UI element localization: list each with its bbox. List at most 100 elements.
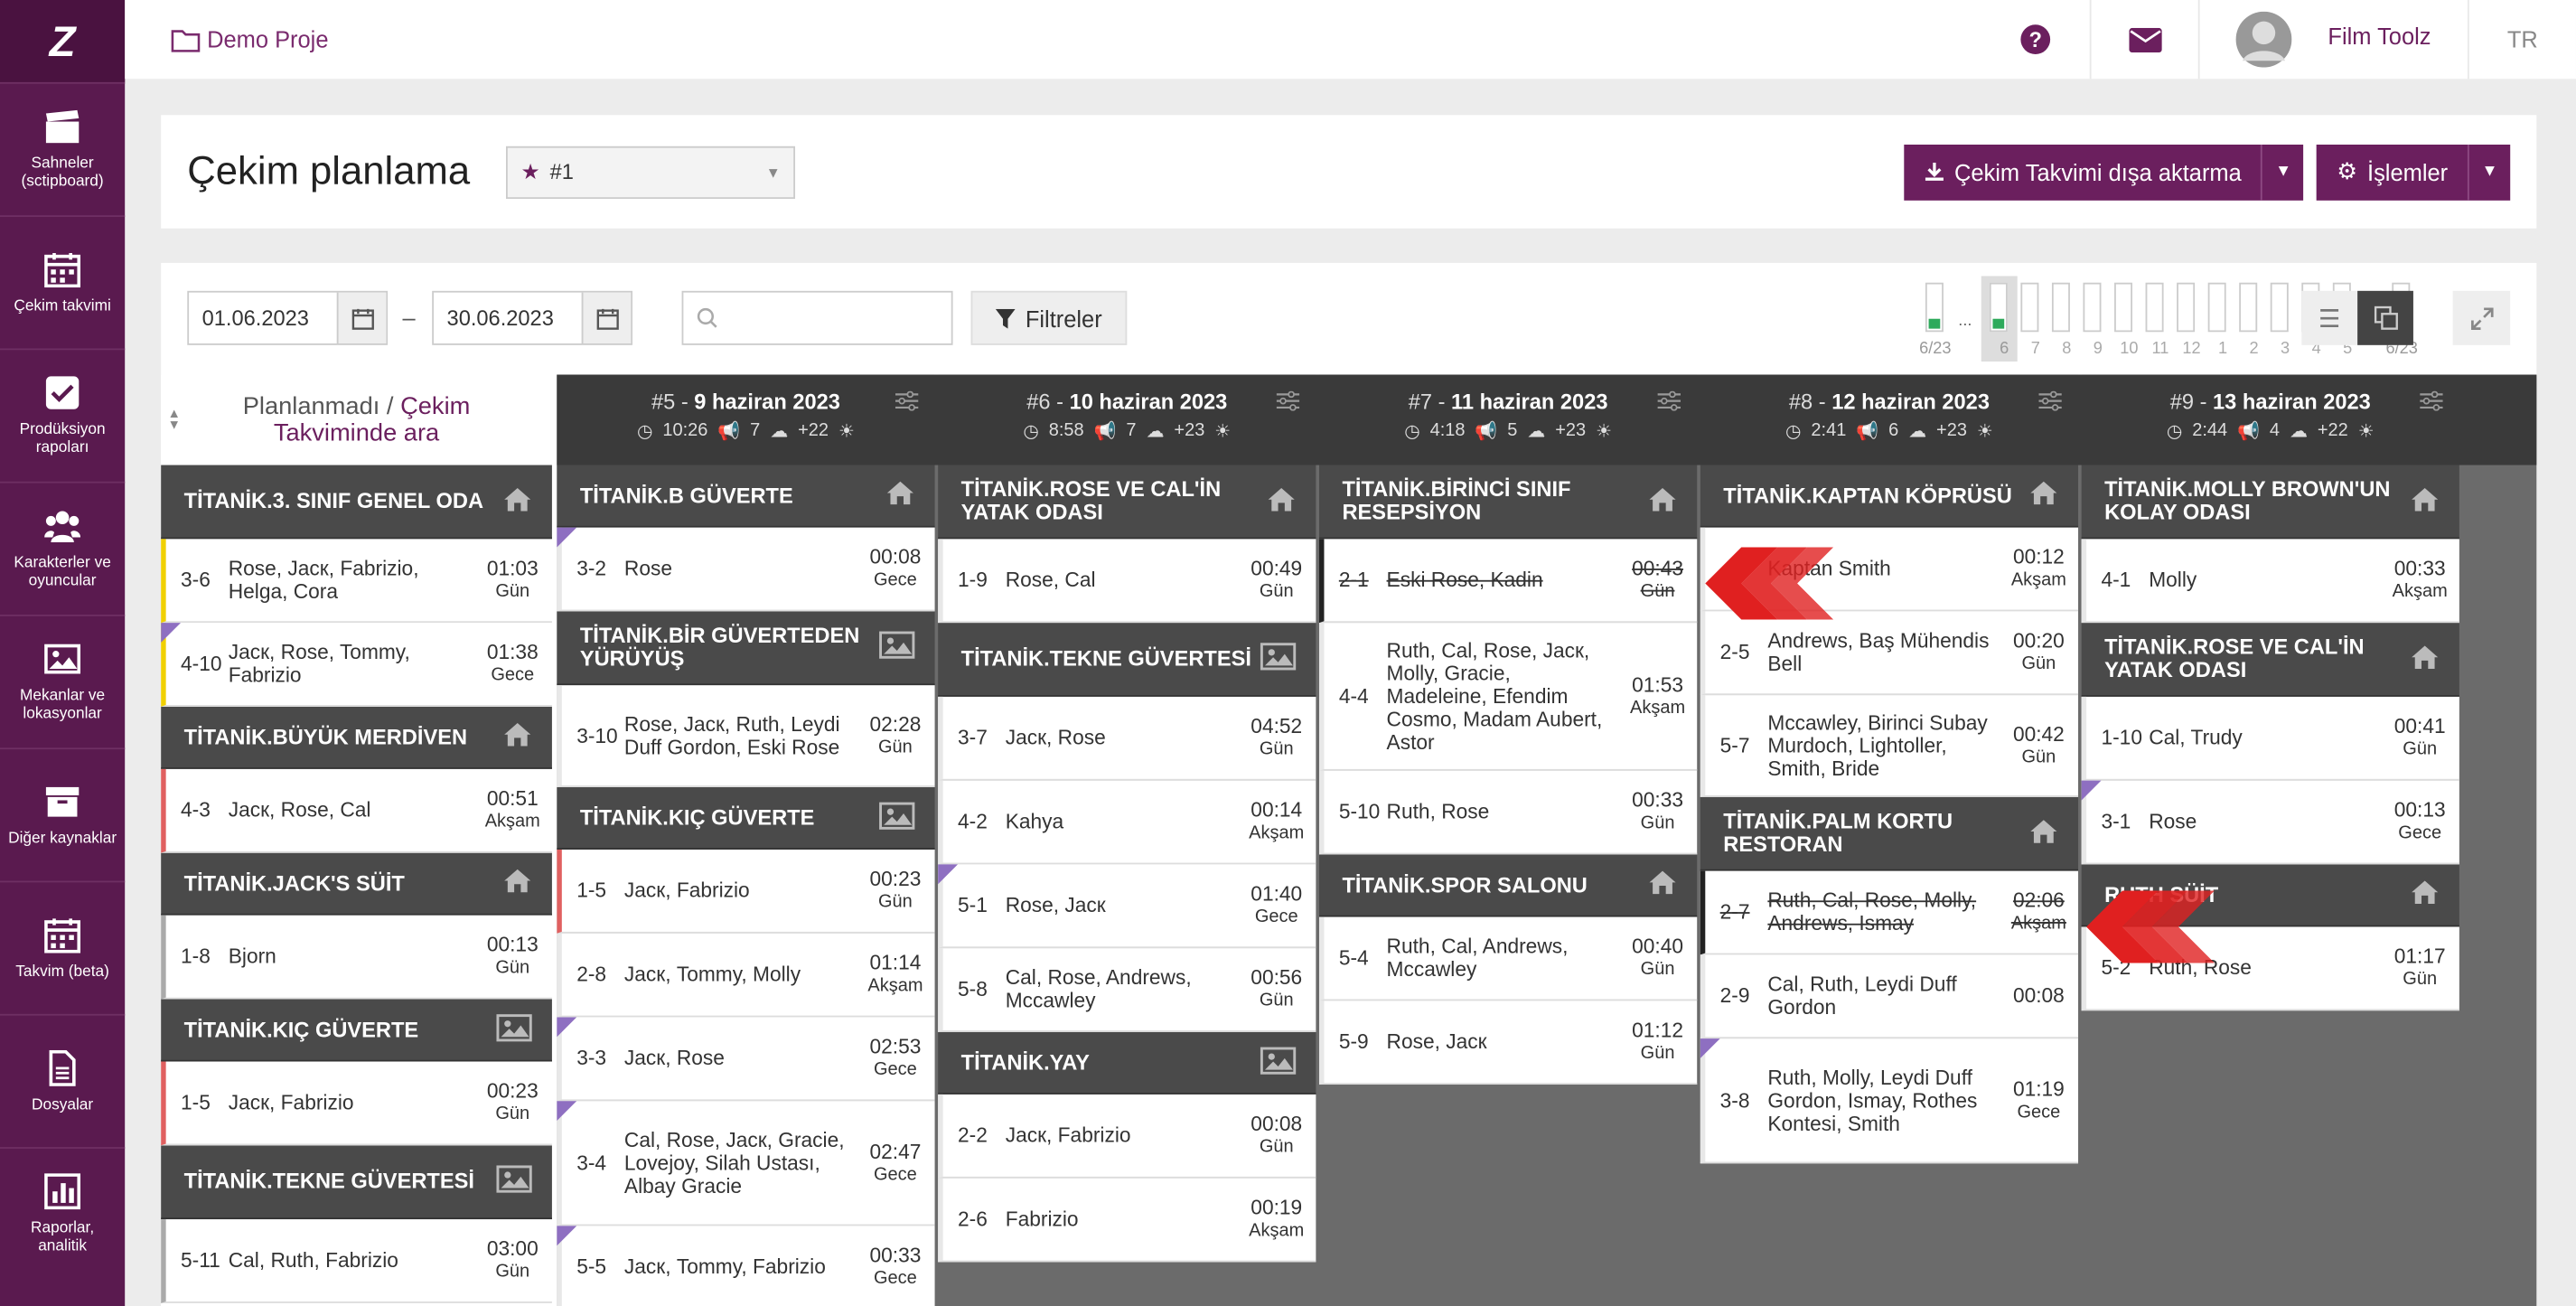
- date-to-field[interactable]: 30.06.2023: [432, 290, 633, 345]
- scene-row[interactable]: 4-2 Kahya 00:14 Akşam: [938, 780, 1316, 865]
- fullscreen-button[interactable]: [2452, 290, 2511, 345]
- search-input[interactable]: [681, 290, 953, 345]
- scene-row[interactable]: 1-10 Cal, Trudy 00:41 Gün: [2081, 696, 2459, 781]
- location-header[interactable]: TİTANİK.PALM KORTU RESTORAN: [1700, 796, 2079, 871]
- location-header[interactable]: TİTANİK.KAPTAN KÖPRÜSÜ: [1700, 465, 2079, 528]
- scene-row[interactable]: 5-11 Cal, Ruth, Fabrizio 03:00 Gün: [161, 1219, 552, 1303]
- export-schedule-button[interactable]: Çekim Takvimi dışa aktarma ▼: [1903, 144, 2304, 200]
- column-settings-icon[interactable]: [1657, 390, 1681, 411]
- column-settings-icon[interactable]: [1276, 390, 1300, 411]
- board-view-button[interactable]: [2357, 290, 2413, 345]
- day-header[interactable]: #9 - 13 haziran 2023 ◷ 2:44 📢 4 ☁ +22 ☀: [2081, 374, 2459, 465]
- minimap-day[interactable]: [2083, 282, 2102, 333]
- sort-icon[interactable]: ▲ ▼: [167, 407, 180, 431]
- day-header[interactable]: #7 - 11 haziran 2023 ◷ 4:18 📢 5 ☁ +23 ☀: [1319, 374, 1698, 465]
- location-header[interactable]: TİTANİK.KIÇ GÜVERTE: [557, 786, 935, 850]
- help-button[interactable]: ?: [1981, 0, 2090, 79]
- scene-row[interactable]: 3-6 Rose, Jacк, Fabrizio, Helga, Cora 01:0…: [161, 539, 552, 624]
- sidebar-item-0[interactable]: Sahneler (sctipboard): [0, 81, 126, 215]
- scene-row[interactable]: 4-3 Jacк, Rose, Cal 00:51 Akşam: [161, 768, 552, 853]
- scene-row[interactable]: 5-10 Ruth, Rose 00:33 Gün: [1319, 770, 1698, 855]
- minimap-day[interactable]: [2177, 282, 2196, 333]
- location-header[interactable]: TİTANİK.3. SINIF GENEL ODA: [161, 465, 552, 540]
- scene-row[interactable]: 3-4 Cal, Rose, Jacк, Gracie, Lovejoy, Sil…: [557, 1101, 935, 1226]
- scene-row[interactable]: 5-8 Cal, Rose, Andrews, Mccawley 00:56 Gün: [938, 948, 1316, 1032]
- scene-row[interactable]: 3-7 Jacк, Rose 04:52 Gün: [938, 696, 1316, 781]
- scene-row[interactable]: 1-5 Jacк, Fabrizio 00:23 Gün: [557, 850, 935, 934]
- scene-row[interactable]: 5-7 Mccawley, Birinci Subay Murdoch, Ligh…: [1700, 695, 2079, 797]
- location-header[interactable]: TİTANİK.TEKNE GÜVERTESİ: [161, 1145, 552, 1220]
- scene-row[interactable]: 3-10 Rose, Jacк, Ruth, Leydi Duff Gordon,…: [557, 685, 935, 787]
- scene-row[interactable]: 4-1 Molly 00:33 Akşam: [2081, 539, 2459, 624]
- scene-row[interactable]: 2-2 Jacк, Fabrizio 00:08 Gün: [938, 1094, 1316, 1179]
- scene-row[interactable]: 4-4 Ruth, Cal, Rose, Jacк, Molly, Gracie,…: [1319, 623, 1698, 771]
- location-header[interactable]: TİTANİK.B GÜVERTE: [557, 465, 935, 528]
- scene-row[interactable]: 5-1 Rose, Jacк 01:40 Gece: [938, 864, 1316, 949]
- scene-row[interactable]: 2-9 Cal, Ruth, Leydi Duff Gordon 00:08: [1700, 954, 2079, 1039]
- scene-row[interactable]: 5-9 Rose, Jacк 01:12 Gün: [1319, 1001, 1698, 1085]
- scene-row[interactable]: 3-1 Rose 00:13 Gece: [2081, 780, 2459, 865]
- sidebar-item-8[interactable]: Raporlar, analitik: [0, 1147, 126, 1280]
- minimap-day[interactable]: [2114, 282, 2133, 333]
- project-link[interactable]: Demo Proje: [171, 26, 328, 52]
- sidebar-item-5[interactable]: Diğer kaynaklar: [0, 747, 126, 880]
- actions-dropdown-toggle[interactable]: ▼: [2467, 144, 2510, 200]
- minimap-day[interactable]: [1989, 282, 2008, 333]
- location-header[interactable]: TİTANİK.BİR GÜVERTEDEN YÜRÜYÜŞ: [557, 611, 935, 686]
- app-logo[interactable]: Z: [0, 0, 126, 82]
- sidebar-item-1[interactable]: Çekim takvimi: [0, 215, 126, 348]
- location-header[interactable]: TİTANİK.BİRİNCİ SINIF RESEPSİYON: [1319, 465, 1698, 540]
- language-switch[interactable]: TR: [2467, 0, 2576, 80]
- location-header[interactable]: TİTANİK.BÜYÜK MERDİVEN: [161, 706, 552, 769]
- actions-button[interactable]: ⚙ İşlemler ▼: [2317, 144, 2511, 200]
- sidebar-item-4[interactable]: Mekanlar ve lokasyonlar: [0, 615, 126, 747]
- minimap-day[interactable]: [2020, 282, 2039, 333]
- scene-row[interactable]: 2-8 Jacк, Tommy, Molly 01:14 Akşam: [557, 933, 935, 1018]
- filters-button[interactable]: Filtreler: [970, 290, 1128, 345]
- scene-row[interactable]: 5-4 Ruth, Cal, Andrews, Mccawley 00:40 Gün: [1319, 916, 1698, 1001]
- scene-row[interactable]: 2-1 Eski Rose, Kadin 00:43 Gün: [1319, 539, 1698, 624]
- day-header[interactable]: #5 - 9 haziran 2023 ◷ 10:26 📢 7 ☁ +22 ☀: [557, 374, 935, 465]
- column-settings-icon[interactable]: [2420, 390, 2443, 411]
- date-from-field[interactable]: 01.06.2023: [187, 290, 389, 345]
- scene-row[interactable]: 1-9 Rose, Cal 00:49 Gün: [938, 539, 1316, 624]
- schedule-select[interactable]: ★ #1 ▼: [506, 145, 796, 199]
- column-settings-icon[interactable]: [895, 390, 919, 411]
- scene-row[interactable]: 3-2 Rose 00:08 Gece: [557, 527, 935, 612]
- scene-row[interactable]: 4-10 Jacк, Rose, Tommy, Fabrizio 01:38 Gece: [161, 623, 552, 707]
- scene-row[interactable]: 3-8 Ruth, Molly, Leydi Duff Gordon, Ismay…: [1700, 1038, 2079, 1164]
- day-header[interactable]: #6 - 10 haziran 2023 ◷ 8:58 📢 7 ☁ +23 ☀: [938, 374, 1316, 465]
- sidebar-item-3[interactable]: Karakterler ve oyuncular: [0, 481, 126, 615]
- location-header[interactable]: TİTANİK.JACK'S SÜİT: [161, 852, 552, 916]
- messages-button[interactable]: [2089, 0, 2198, 80]
- scene-row[interactable]: 2-6 Fabrizio 00:19 Akşam: [938, 1178, 1316, 1263]
- scene-row[interactable]: 3-3 Jacк, Rose 02:53 Gece: [557, 1017, 935, 1102]
- scene-row[interactable]: 1-5 Jacк, Fabrizio 00:23 Gün: [161, 1061, 552, 1146]
- scene-row[interactable]: 2-5 Andrews, Baş Mühendis Bell 00:20 Gün: [1700, 611, 2079, 696]
- calendar-icon[interactable]: [581, 292, 632, 344]
- location-header[interactable]: TİTANİK.ROSE VE CAL'İN YATAK ODASI: [938, 465, 1316, 540]
- user-menu[interactable]: Film Toolz: [2197, 0, 2468, 80]
- minimap-day[interactable]: [2270, 282, 2289, 333]
- location-header[interactable]: TİTANİK.KIÇ GÜVERTE: [161, 999, 552, 1062]
- calendar-icon[interactable]: [336, 292, 387, 344]
- column-settings-icon[interactable]: [2038, 390, 2062, 411]
- scene-row[interactable]: 1-8 Bjorn 00:13 Gün: [161, 915, 552, 1000]
- sidebar-item-6[interactable]: Takvim (beta): [0, 880, 126, 1014]
- days-minimap[interactable]: 6/23...678910111212345...6/23: [1755, 276, 2418, 362]
- sidebar-item-2[interactable]: Prodüksiyon rapoları: [0, 348, 126, 481]
- scene-row[interactable]: 5-5 Jacк, Tommy, Fabrizio 00:33 Gece: [557, 1226, 935, 1306]
- minimap-day[interactable]: [2207, 282, 2226, 333]
- location-header[interactable]: TİTANİK.ROSE VE CAL'İN YATAK ODASI: [2081, 623, 2459, 697]
- minimap-day[interactable]: [2051, 282, 2070, 333]
- scene-row[interactable]: 2-7 Ruth, Cal, Rose, Molly, Andrews, Isma…: [1700, 870, 2079, 955]
- list-view-button[interactable]: ☰: [2301, 290, 2358, 345]
- minimap-day[interactable]: [1925, 282, 1944, 333]
- location-header[interactable]: TİTANİK.MOLLY BROWN'UN KOLAY ODASI: [2081, 465, 2459, 540]
- day-header[interactable]: #8 - 12 haziran 2023 ◷ 2:41 📢 6 ☁ +23 ☀: [1700, 374, 2079, 465]
- sidebar-item-7[interactable]: Dosyalar: [0, 1013, 126, 1147]
- location-header[interactable]: TİTANİK.SPOR SALONU: [1319, 854, 1698, 917]
- location-header[interactable]: TİTANİK.YAY: [938, 1031, 1316, 1095]
- minimap-day[interactable]: [2145, 282, 2164, 333]
- export-dropdown-toggle[interactable]: ▼: [2261, 144, 2304, 200]
